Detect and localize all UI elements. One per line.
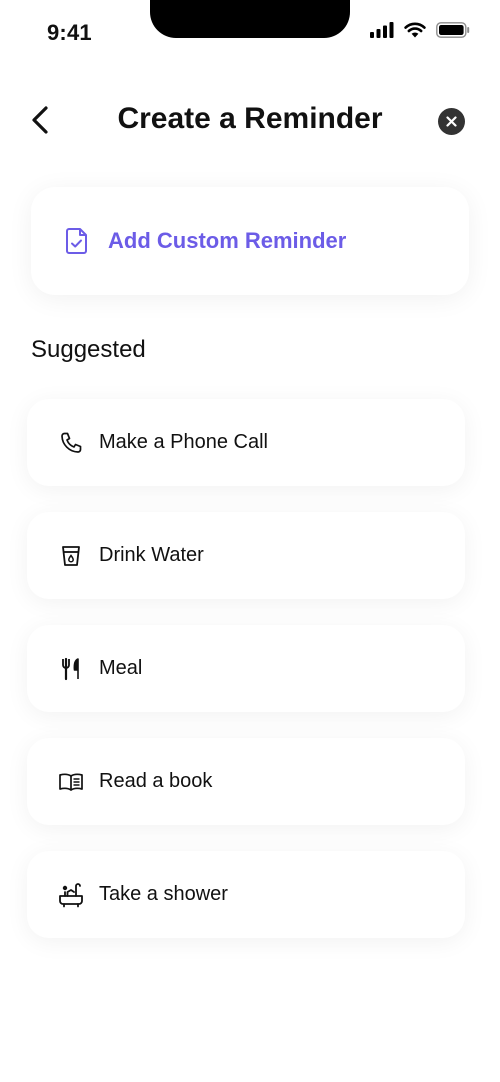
glass-icon [58, 543, 84, 569]
section-title-suggested: Suggested [31, 336, 146, 363]
bathtub-icon [58, 882, 84, 908]
cutlery-icon [58, 656, 84, 682]
page-title: Create a Reminder [117, 102, 383, 135]
notch [150, 0, 350, 38]
status-time: 9:41 [47, 20, 92, 45]
battery-icon [436, 22, 470, 38]
add-custom-reminder-button[interactable]: Add Custom Reminder [31, 187, 469, 295]
wifi-icon [404, 22, 426, 38]
header: Create a Reminder [0, 92, 500, 148]
suggested-list: Make a Phone Call Drink Water Meal Read … [27, 399, 465, 964]
close-icon [446, 116, 457, 127]
suggested-item-label: Drink Water [99, 544, 204, 566]
suggested-item-drink-water[interactable]: Drink Water [27, 512, 465, 599]
status-bar: 9:41 [0, 0, 500, 60]
add-custom-reminder-label: Add Custom Reminder [108, 228, 347, 253]
suggested-item-label: Read a book [99, 770, 213, 792]
suggested-item-meal[interactable]: Meal [27, 625, 465, 712]
create-reminder-screen: 9:41 Create a Reminder Add Custom Remind… [0, 0, 500, 1082]
book-icon [58, 769, 84, 795]
suggested-item-label: Make a Phone Call [99, 431, 268, 453]
close-button[interactable] [438, 108, 465, 135]
status-icons [370, 22, 470, 38]
phone-icon [58, 430, 84, 456]
signal-icon [370, 22, 394, 38]
suggested-item-label: Meal [99, 657, 143, 679]
suggested-item-take-shower[interactable]: Take a shower [27, 851, 465, 938]
suggested-item-read-book[interactable]: Read a book [27, 738, 465, 825]
document-check-icon [65, 226, 91, 256]
suggested-item-label: Take a shower [99, 883, 228, 905]
suggested-item-phone-call[interactable]: Make a Phone Call [27, 399, 465, 486]
